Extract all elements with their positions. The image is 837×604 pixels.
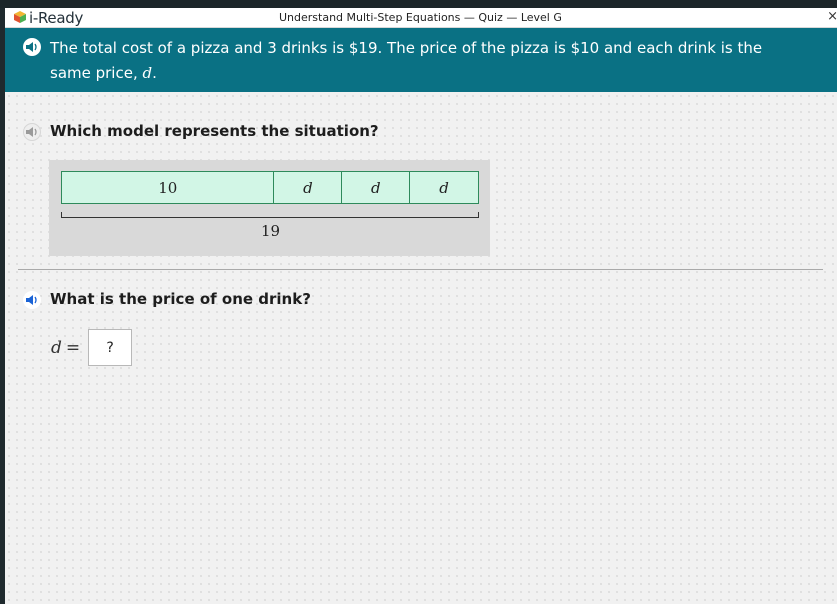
answer-input[interactable]: ?	[88, 329, 133, 366]
prompt-line2-prefix: same price,	[50, 64, 143, 82]
tape-segment-drink-1: d	[274, 172, 343, 203]
answer-equals: =	[65, 337, 81, 358]
total-label: 19	[261, 222, 281, 240]
speaker-icon	[25, 123, 39, 142]
question-area: Which model represents the situation? 10…	[5, 92, 837, 604]
section-divider	[18, 269, 823, 270]
answer-variable: d	[51, 337, 62, 358]
total-bracket	[61, 212, 479, 218]
question2-text: What is the price of one drink?	[50, 290, 311, 308]
prompt-audio-button[interactable]	[23, 38, 41, 56]
prompt-line1: The total cost of a pizza and 3 drinks i…	[50, 39, 763, 57]
quiz-title: Understand Multi-Step Equations — Quiz —…	[279, 11, 562, 24]
answer-equation-label: d =	[51, 338, 80, 358]
prompt-line2-suffix: .	[152, 64, 157, 82]
tape-segment-drink-2: d	[342, 172, 411, 203]
speaker-icon	[25, 38, 39, 57]
question2-audio-button[interactable]	[23, 291, 41, 309]
title-bar: i-Ready Understand Multi-Step Equations …	[5, 8, 837, 28]
app-frame: i-Ready Understand Multi-Step Equations …	[0, 0, 837, 604]
cube-logo-icon	[13, 9, 27, 28]
question1-audio-button[interactable]	[23, 123, 41, 141]
prompt-text: The total cost of a pizza and 3 drinks i…	[50, 36, 780, 86]
question1-text: Which model represents the situation?	[50, 122, 379, 140]
tape-segment-pizza: 10	[62, 172, 275, 203]
top-strip	[0, 0, 837, 8]
prompt-banner: The total cost of a pizza and 3 drinks i…	[5, 28, 837, 92]
tape-segment-drink-3: d	[410, 172, 478, 203]
close-button[interactable]: ×	[827, 9, 837, 24]
iready-logo: i-Ready	[13, 9, 83, 27]
speaker-icon	[25, 291, 39, 310]
prompt-variable: d	[142, 64, 153, 82]
tape-diagram: 10 d d d	[61, 171, 479, 204]
logo-text: i-Ready	[29, 9, 84, 27]
answer-row: d = ?	[51, 329, 133, 366]
tape-diagram-choice[interactable]: 10 d d d 19	[49, 160, 490, 256]
